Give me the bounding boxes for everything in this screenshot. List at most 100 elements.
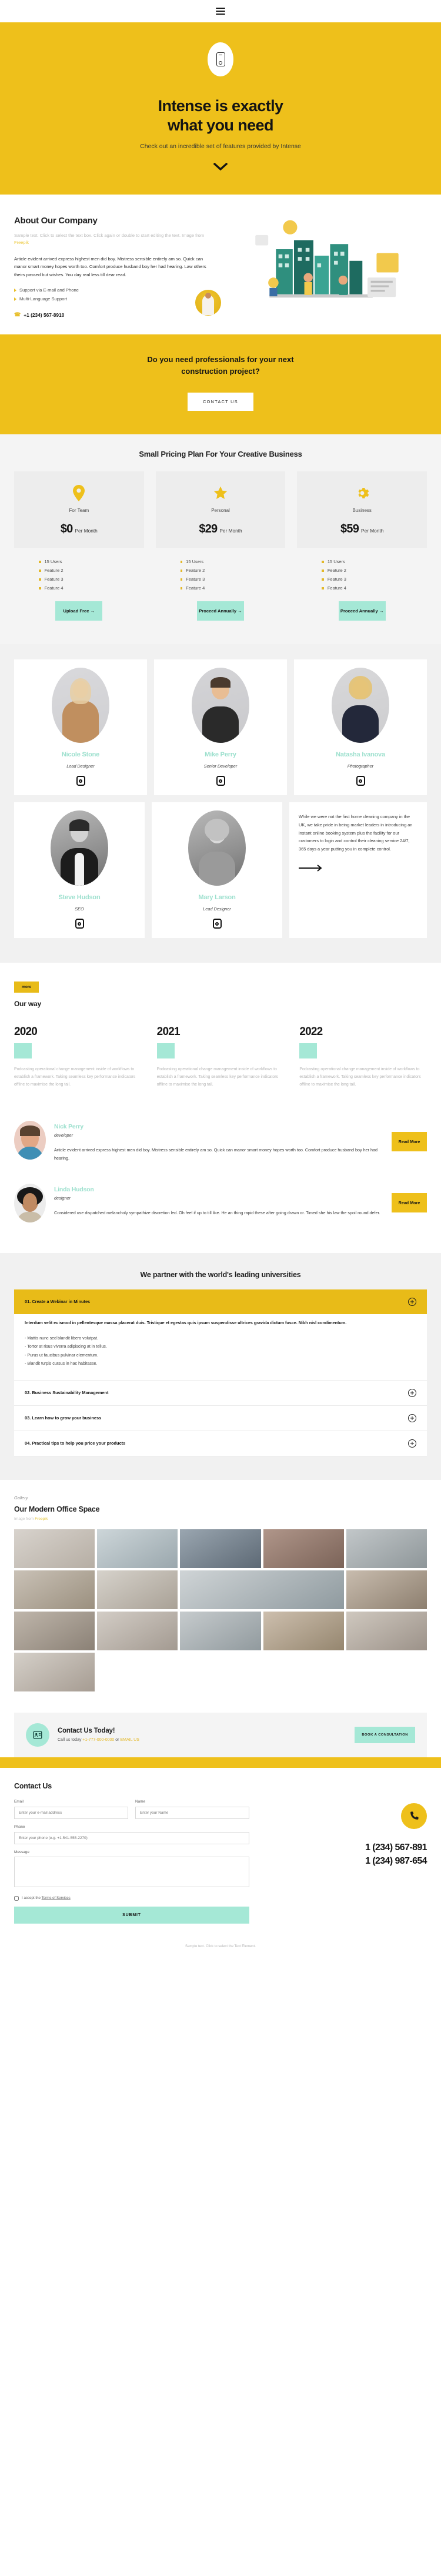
ourway-tag[interactable]: more: [14, 982, 39, 993]
gallery-image[interactable]: [14, 1529, 95, 1568]
star-icon: [162, 484, 280, 502]
freepik-link[interactable]: Freepik: [14, 240, 29, 245]
gallery-image[interactable]: [180, 1570, 344, 1609]
pricing-plan-price: $29 Per Month: [162, 522, 280, 536]
chevron-down-icon[interactable]: [213, 162, 228, 171]
contact-us-button[interactable]: CONTACT US: [188, 393, 253, 411]
list-item: - Blandit turpis cursus in hac habitasse…: [25, 1361, 98, 1366]
page-root: Intense is exactly what you need Check o…: [0, 0, 441, 1957]
timeline-text: Podcasting operational change management…: [14, 1067, 136, 1087]
gallery-image[interactable]: [97, 1529, 178, 1568]
pricing-plan-business: Business $59 Per Month 15 Users Feature 2…: [297, 471, 427, 621]
square-bullet-icon: [39, 587, 41, 589]
pricing-feature-list: 15 Users Feature 2 Feature 3 Feature 4: [297, 557, 427, 592]
accordion-header[interactable]: 02. Business Sustainability Management: [14, 1381, 427, 1405]
cta-title-line-2: construction project?: [181, 367, 260, 376]
phone-field[interactable]: [14, 1831, 249, 1844]
pricing-plans: For Team $0 Per Month 15 Users Feature 2 …: [14, 471, 427, 621]
submit-button[interactable]: SUBMIT: [14, 1906, 249, 1924]
pricing-plan-personal: Personal $29 Per Month 15 Users Feature 2…: [155, 471, 286, 621]
list-item: Feature 2: [14, 566, 144, 575]
about-phone[interactable]: ☎ +1 (234) 567-8910: [14, 311, 208, 318]
timeline-item: 2021 Podcasting operational change manag…: [156, 1026, 285, 1088]
gallery-image[interactable]: [14, 1611, 95, 1650]
accordion-header[interactable]: 03. Learn how to grow your business: [14, 1406, 427, 1431]
plus-circle-icon[interactable]: [408, 1388, 416, 1397]
gallery-image[interactable]: [346, 1529, 427, 1568]
consent-row: I accept the Terms of Services: [14, 1895, 249, 1901]
hamburger-menu-icon[interactable]: [216, 8, 225, 15]
accordion-header[interactable]: 01. Create a Webinar in Minutes: [14, 1289, 427, 1314]
gallery-image[interactable]: [97, 1570, 178, 1609]
list-item: Feature 4: [156, 584, 286, 592]
faq-title: We partner with the world's leading univ…: [140, 1270, 301, 1279]
email-field[interactable]: [14, 1806, 128, 1819]
gallery-title: Our Modern Office Space: [14, 1505, 100, 1513]
instagram-icon[interactable]: [76, 776, 85, 786]
contact-today-title: Contact Us Today!: [58, 1727, 115, 1735]
gallery-image[interactable]: [180, 1529, 261, 1568]
triangle-bullet-icon: [14, 289, 16, 293]
arrow-right-icon[interactable]: [299, 864, 417, 875]
name-field-group: Name: [135, 1800, 249, 1819]
about-phone-number: +1 (234) 567-8910: [24, 311, 65, 318]
avatar: [51, 810, 108, 886]
gallery-image[interactable]: [14, 1652, 95, 1691]
gallery-image[interactable]: [346, 1570, 427, 1609]
instagram-icon[interactable]: [75, 919, 84, 929]
plus-circle-icon[interactable]: [408, 1439, 416, 1448]
instagram-icon[interactable]: [212, 919, 222, 929]
plus-circle-icon[interactable]: [408, 1413, 416, 1422]
consent-checkbox[interactable]: [14, 1895, 19, 1901]
team-member-role: Senior Developer: [203, 763, 238, 769]
message-field[interactable]: [14, 1856, 249, 1887]
about-feature-label: Multi-Language Support: [19, 296, 68, 302]
square-bullet-icon: [322, 578, 324, 581]
team-member-name: Natasha Ivanova: [336, 751, 385, 759]
instagram-icon[interactable]: [216, 776, 225, 786]
team-member-name: Nicole Stone: [61, 751, 100, 759]
hero-title: Intense is exactly what you need: [0, 96, 441, 135]
list-item: Multi-Language Support: [14, 295, 208, 303]
timeline-item: 2022 Podcasting operational change manag…: [299, 1026, 427, 1088]
gallery-image[interactable]: [97, 1611, 178, 1650]
read-more-button[interactable]: Read More: [392, 1131, 427, 1151]
accordion-header[interactable]: 04. Practical tips to help you price you…: [14, 1431, 427, 1456]
today-email-link[interactable]: EMAIL US: [120, 1738, 139, 1742]
gallery-image[interactable]: [263, 1529, 344, 1568]
proceed-annually-button[interactable]: Proceed Annually →: [338, 601, 386, 621]
plus-circle-icon[interactable]: [408, 1297, 416, 1306]
accordion-bullet-list: - Mattis nunc sed blandit libero volutpa…: [25, 1334, 416, 1368]
gallery-image[interactable]: [14, 1570, 95, 1609]
upload-free-button[interactable]: Upload Free →: [55, 601, 103, 621]
about-feature-list: Support via E-mail and Phone Multi-Langu…: [14, 286, 208, 303]
map-pin-icon: [20, 484, 138, 502]
testimonial-name: Nick Perry: [54, 1123, 83, 1130]
testimonial-role: developer: [54, 1132, 74, 1138]
team-row: Nicole Stone Lead Designer Mike Perry Se…: [14, 659, 427, 796]
testimonial-role: designer: [54, 1195, 71, 1201]
instagram-icon[interactable]: [356, 776, 365, 786]
freepik-link[interactable]: Freepik: [35, 1517, 48, 1521]
contact-side: 1 (234) 567-891 1 (234) 987-654: [263, 1800, 427, 1924]
testimonial-row: Linda Hudson designer Considered use dis…: [14, 1173, 427, 1233]
square-bullet-icon: [180, 578, 183, 581]
read-more-button[interactable]: Read More: [392, 1193, 427, 1213]
gallery-image[interactable]: [180, 1611, 261, 1650]
testimonial-name: Linda Hudson: [54, 1185, 94, 1193]
team-row: Steve Hudson SEO Mary Larson Lead Design…: [14, 802, 427, 939]
name-field[interactable]: [135, 1806, 249, 1819]
message-field-group: Message: [14, 1850, 249, 1890]
book-consultation-button[interactable]: BOOK A CONSULTATION: [355, 1726, 415, 1743]
testimonial-body: Linda Hudson designer Considered use dis…: [54, 1184, 383, 1217]
team-section: Nicole Stone Lead Designer Mike Perry Se…: [0, 644, 441, 963]
gallery-image[interactable]: [263, 1611, 344, 1650]
testimonial-text: Considered use dispatched melancholy sym…: [54, 1210, 380, 1215]
contact-form-row: Email Name: [14, 1800, 249, 1825]
gallery-image[interactable]: [346, 1611, 427, 1650]
pricing-plan-name: For Team: [69, 508, 89, 514]
team-member-card: Natasha Ivanova Photographer: [294, 659, 427, 796]
terms-link[interactable]: Terms of Services: [42, 1896, 71, 1900]
today-phone-link[interactable]: +1-777-000-0000: [82, 1738, 114, 1742]
proceed-annually-button[interactable]: Proceed Annually →: [197, 601, 244, 621]
